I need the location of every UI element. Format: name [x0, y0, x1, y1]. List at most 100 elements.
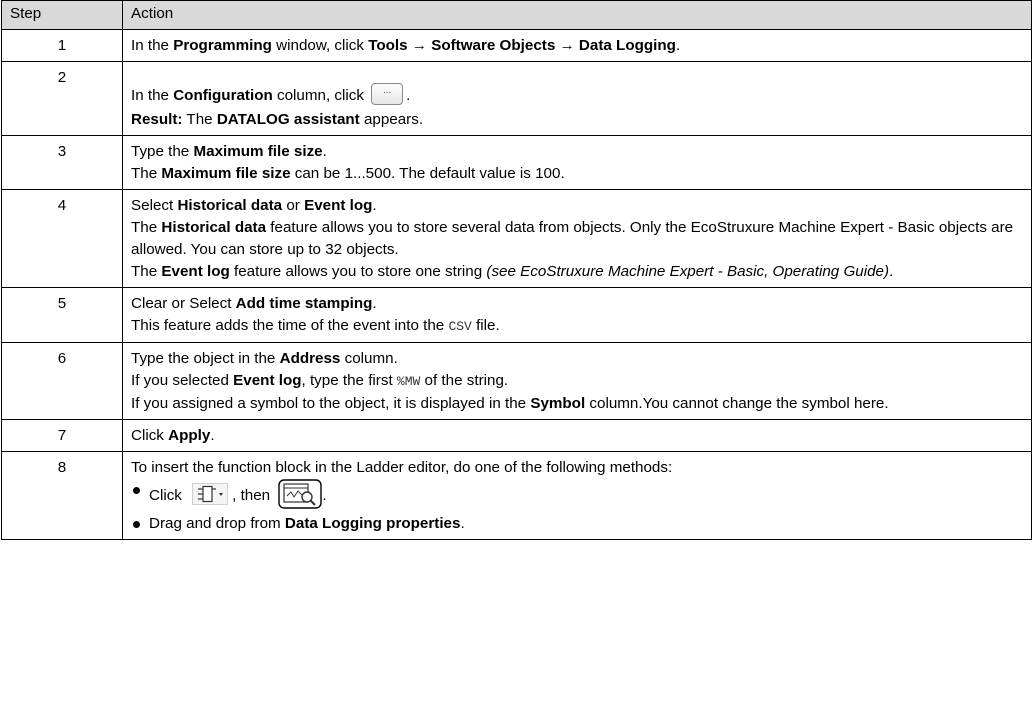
cross-reference-link[interactable]: (see EcoStruxure Machine Expert - Basic,… [486, 263, 889, 280]
menu-term: Data Logging [578, 37, 676, 54]
ui-term: Configuration [173, 87, 273, 105]
list-item: Drag and drop from Data Logging properti… [131, 513, 1023, 535]
text: . [460, 515, 465, 532]
text: . [372, 295, 377, 312]
ui-term: Programming [173, 37, 272, 54]
ui-term: Maximum file size [161, 165, 291, 182]
table-row: 5 Clear or Select Add time stamping. Thi… [1, 287, 1032, 343]
text: , then [232, 487, 275, 505]
table-row: 1 In the Programming window, click Tools… [1, 29, 1032, 62]
step-number: 4 [1, 189, 123, 288]
text: column, click [272, 87, 369, 105]
menu-term: Tools [368, 37, 408, 54]
ui-term: Historical data [161, 219, 267, 236]
step-number: 2 [1, 61, 123, 136]
text: Type the [131, 143, 194, 160]
text: can be 1...500. The default value is 100… [290, 165, 565, 182]
table-row: 4 Select Historical data or Event log. T… [1, 189, 1032, 288]
ui-term: Apply [168, 427, 211, 444]
action-line: Select Historical data or Event log. [131, 195, 1023, 217]
data-logging-function-block-icon [278, 479, 323, 509]
menu-term: Software Objects [431, 37, 556, 54]
methods-list: Click , then . Drag and drop from Data L… [131, 479, 1023, 535]
action-line: If you selected Event log, type the firs… [131, 370, 1023, 393]
action-column-header: Action [122, 0, 1032, 30]
step-action: To insert the function block in the Ladd… [122, 451, 1032, 540]
table-row: 7 Click Apply. [1, 419, 1032, 452]
ui-term: Maximum file size [193, 143, 323, 160]
ui-term: Data Logging properties [284, 515, 461, 532]
step-number: 1 [1, 29, 123, 62]
arrow: → [407, 37, 432, 54]
table-row: 8 To insert the function block in the La… [1, 451, 1032, 540]
step-number: 7 [1, 419, 123, 452]
text: or [282, 197, 305, 214]
step-number: 8 [1, 451, 123, 540]
text: In the [131, 87, 174, 105]
text: If you assigned a symbol to the object, … [131, 395, 531, 412]
text: . [372, 197, 377, 214]
text: . [406, 87, 411, 105]
ellipsis-button-icon: ... [371, 83, 404, 105]
function-block-dropdown-icon [192, 483, 229, 505]
text: In the [131, 37, 174, 54]
step-number: 3 [1, 135, 123, 190]
step-action: In the Configuration column, click .... … [122, 61, 1032, 136]
text: window, click [271, 37, 369, 54]
ui-term: Event log [304, 197, 373, 214]
text: The [131, 219, 162, 236]
ui-term: Add time stamping [235, 295, 373, 312]
text: Click [149, 487, 187, 505]
text: The [131, 165, 162, 182]
action-line: The Historical data feature allows you t… [131, 217, 1023, 261]
step-action: Type the Maximum file size. The Maximum … [122, 135, 1032, 190]
table-header-row: Step Action [1, 0, 1032, 30]
procedure-table: Step Action 1 In the Programming window,… [1, 0, 1032, 540]
text: of the string. [420, 372, 509, 389]
step-action: Type the object in the Address column. I… [122, 342, 1032, 420]
action-line: In the Configuration column, click .... [131, 83, 1023, 109]
ui-term: DATALOG assistant [216, 111, 360, 128]
text: . [675, 37, 681, 54]
step-action: Select Historical data or Event log. The… [122, 189, 1032, 288]
text: column. [340, 350, 398, 367]
result-line: Result: The DATALOG assistant appears. [131, 109, 1023, 131]
table-row: 3 Type the Maximum file size. The Maximu… [1, 135, 1032, 190]
ui-term: Event log [161, 263, 230, 280]
step-action: Click Apply. [122, 419, 1032, 452]
table-row: 2 In the Configuration column, click ...… [1, 61, 1032, 136]
code-term: CSV [448, 319, 472, 334]
text: . [322, 487, 327, 505]
text: The [131, 263, 162, 280]
action-line: Type the Maximum file size. [131, 141, 1023, 163]
ui-term: Symbol [530, 395, 586, 412]
result-label: Result: [131, 111, 183, 128]
text: . [322, 143, 327, 160]
text: feature allows you to store one string [229, 263, 487, 280]
table-row: 6 Type the object in the Address column.… [1, 342, 1032, 420]
text: The [182, 111, 217, 128]
ui-term: Historical data [177, 197, 283, 214]
step-action: In the Programming window, click Tools →… [122, 29, 1032, 62]
action-line: Clear or Select Add time stamping. [131, 293, 1023, 315]
text: Clear or Select [131, 295, 236, 312]
step-column-header: Step [1, 0, 123, 30]
text: . [889, 263, 894, 280]
step-action: Clear or Select Add time stamping. This … [122, 287, 1032, 343]
list-item: Click , then . [131, 479, 1023, 513]
text: . [210, 427, 215, 444]
action-line: This feature adds the time of the event … [131, 315, 1023, 338]
ui-term: Event log [233, 372, 302, 389]
text: This feature adds the time of the event … [131, 317, 449, 334]
text: file. [471, 317, 500, 334]
text: column.You cannot change the symbol here… [585, 395, 889, 412]
action-line: Type the object in the Address column. [131, 348, 1023, 370]
step-number: 5 [1, 287, 123, 343]
action-line: If you assigned a symbol to the object, … [131, 393, 1023, 415]
text: Click [131, 427, 169, 444]
text: Drag and drop from [149, 515, 285, 532]
arrow: → [555, 37, 579, 54]
code-term: %MW [396, 374, 421, 389]
text: , type the first [301, 372, 397, 389]
text: If you selected [131, 372, 234, 389]
